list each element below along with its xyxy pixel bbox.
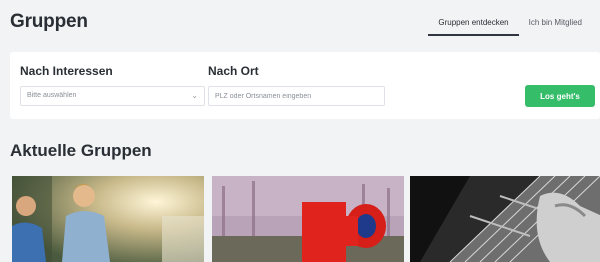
search-submit-button[interactable]: Los geht's bbox=[525, 85, 595, 107]
interests-select[interactable]: Bitte auswählen ⌄ bbox=[20, 86, 205, 106]
children-outdoors-photo bbox=[12, 176, 204, 262]
chevron-down-icon: ⌄ bbox=[191, 91, 198, 100]
tab-gruppen-entdecken[interactable]: Gruppen entdecken bbox=[428, 14, 519, 36]
interests-label: Nach Interessen bbox=[20, 64, 113, 78]
location-label: Nach Ort bbox=[208, 64, 259, 78]
tab-ich-bin-mitglied[interactable]: Ich bin Mitglied bbox=[519, 14, 592, 36]
group-card[interactable] bbox=[212, 176, 404, 262]
page-title: Gruppen bbox=[10, 11, 88, 32]
section-title-aktuelle-gruppen: Aktuelle Gruppen bbox=[10, 141, 152, 160]
group-card[interactable] bbox=[12, 176, 204, 262]
group-tabs: Gruppen entdecken Ich bin Mitglied bbox=[428, 14, 592, 36]
playground-red-sculpture-photo bbox=[212, 176, 404, 262]
filter-panel: Nach Interessen Bitte auswählen ⌄ Nach O… bbox=[10, 52, 600, 119]
interests-select-value: Bitte auswählen bbox=[27, 92, 77, 99]
location-input[interactable] bbox=[208, 86, 385, 106]
guitar-closeup-photo bbox=[410, 176, 600, 262]
group-card[interactable] bbox=[410, 176, 600, 262]
